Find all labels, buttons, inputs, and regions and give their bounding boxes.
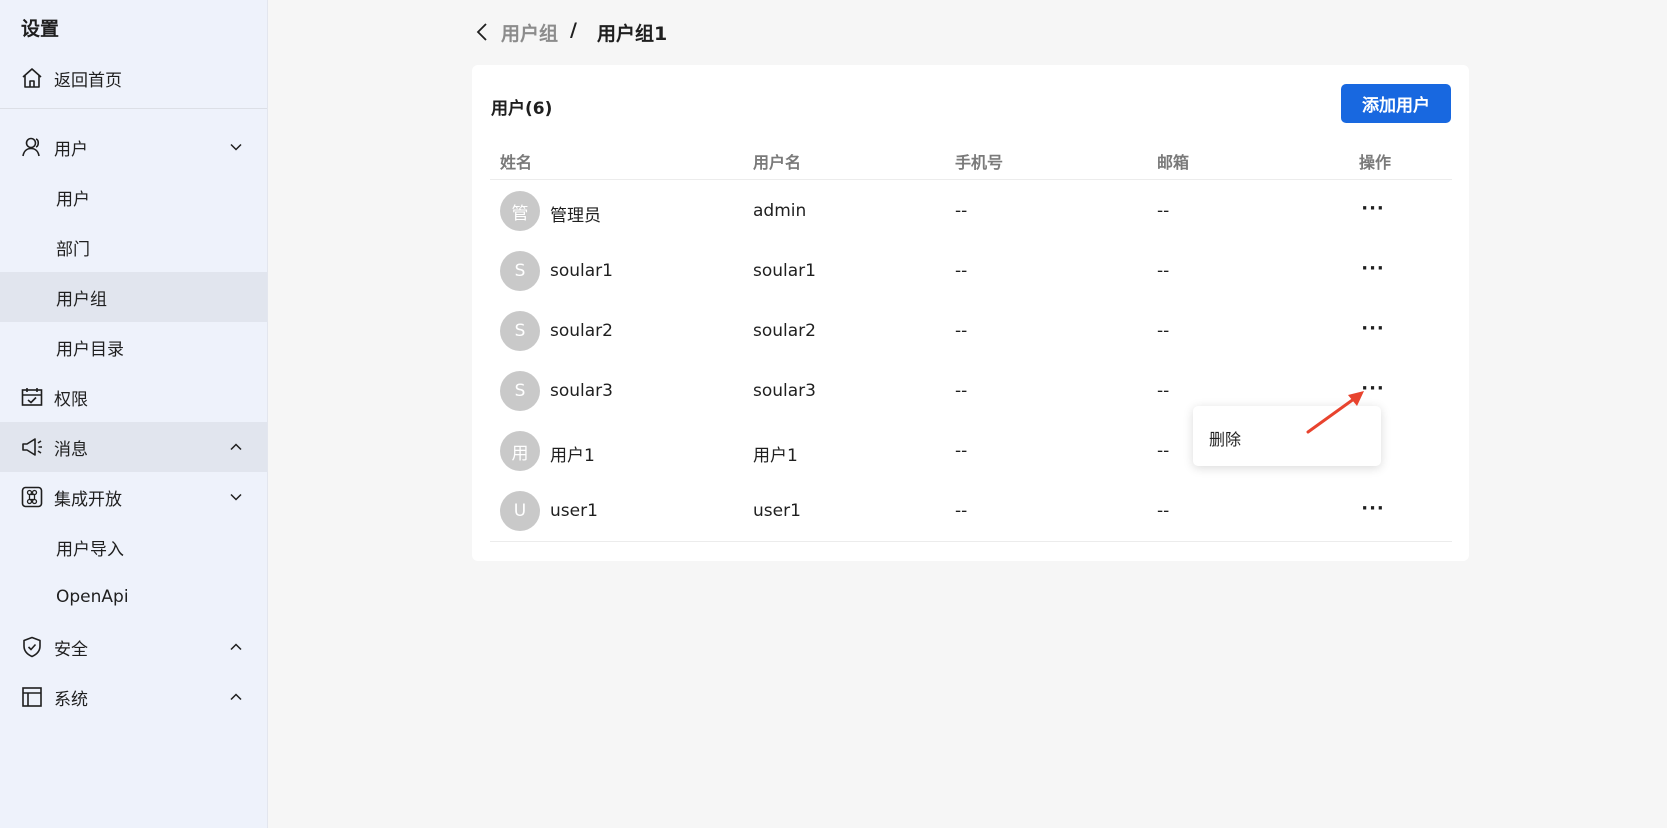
avatar: S <box>500 371 540 411</box>
cell-name: soular3 <box>550 381 613 401</box>
column-header-email: 邮箱 <box>1157 153 1190 172</box>
calendar-check-icon <box>21 388 43 406</box>
cell-email: -- <box>1157 261 1170 281</box>
sidebar-item-users[interactable]: 用户 <box>0 172 267 222</box>
cell-email: -- <box>1157 321 1170 341</box>
sidebar-item-users-group[interactable]: 用户 <box>0 122 267 172</box>
cell-phone: -- <box>955 501 968 521</box>
table-row: S soular2 soular2 -- -- ··· <box>490 301 1452 361</box>
more-actions-button[interactable]: ··· <box>1360 495 1386 521</box>
column-header-username: 用户名 <box>753 153 802 172</box>
cell-username: 用户1 <box>753 446 798 466</box>
cell-email: -- <box>1157 441 1170 461</box>
sidebar-item-user-groups[interactable]: 用户组 <box>0 272 267 322</box>
page-title: 用户组1 <box>597 23 668 45</box>
cell-phone: -- <box>955 261 968 281</box>
users-card: 用户(6) 添加用户 姓名 用户名 手机号 邮箱 操作 管 管理员 admin … <box>472 65 1469 561</box>
sidebar-item-label: 用户组 <box>56 289 107 310</box>
cell-email: -- <box>1157 501 1170 521</box>
column-header-actions: 操作 <box>1359 153 1392 172</box>
avatar: 管 <box>500 191 540 231</box>
shield-icon <box>23 636 41 658</box>
sidebar-divider <box>0 108 267 109</box>
table-row: U user1 user1 -- -- ··· <box>490 481 1452 541</box>
cell-username: soular2 <box>753 321 816 341</box>
sidebar-item-departments[interactable]: 部门 <box>0 222 267 272</box>
back-arrow-icon[interactable] <box>472 20 492 44</box>
sidebar-item-label: 用户目录 <box>56 339 124 360</box>
more-actions-button[interactable]: ··· <box>1360 315 1386 341</box>
sidebar-item-openapi[interactable]: OpenApi <box>0 572 267 622</box>
table-header-divider <box>490 179 1452 180</box>
sidebar-item-system[interactable]: 系统 <box>0 672 267 722</box>
sidebar-item-label: 集成开放 <box>54 489 122 510</box>
avatar: S <box>500 251 540 291</box>
cell-email: -- <box>1157 381 1170 401</box>
sidebar-item-user-directory[interactable]: 用户目录 <box>0 322 267 372</box>
cell-phone: -- <box>955 321 968 341</box>
sidebar-item-home[interactable]: 返回首页 <box>0 53 267 103</box>
breadcrumb-parent[interactable]: 用户组 <box>501 19 558 46</box>
sidebar-item-label: 部门 <box>56 239 90 260</box>
cell-phone: -- <box>955 441 968 461</box>
more-actions-button[interactable]: ··· <box>1360 255 1386 281</box>
table-row: 管 管理员 admin -- -- ··· <box>490 181 1452 241</box>
sidebar-item-label: 用户 <box>56 189 90 210</box>
chevron-down-icon <box>230 493 242 501</box>
card-title: 用户(6) <box>491 99 553 119</box>
chevron-up-icon <box>230 693 242 701</box>
sidebar-item-label: OpenApi <box>56 587 129 607</box>
sidebar-item-messages[interactable]: 消息 <box>0 422 267 472</box>
annotation-arrow-icon <box>1306 391 1364 434</box>
cell-phone: -- <box>955 201 968 221</box>
table-row: S soular1 soular1 -- -- ··· <box>490 241 1452 301</box>
avatar: S <box>500 311 540 351</box>
sidebar-item-security[interactable]: 安全 <box>0 622 267 672</box>
chevron-up-icon <box>230 443 242 451</box>
sidebar-item-permissions[interactable]: 权限 <box>0 372 267 422</box>
column-header-name: 姓名 <box>500 153 533 172</box>
sidebar-item-label: 安全 <box>54 639 88 660</box>
cell-username: admin <box>753 201 807 221</box>
sidebar-item-label: 用户 <box>54 139 88 160</box>
sidebar-item-user-import[interactable]: 用户导入 <box>0 522 267 572</box>
column-header-phone: 手机号 <box>955 153 1004 172</box>
layout-icon <box>22 687 42 707</box>
avatar: 用 <box>500 431 540 471</box>
cell-phone: -- <box>955 381 968 401</box>
sidebar: 设置 返回首页 用户 用户 部门 用户组 用户目录 权限 消息 集成开放 用户导… <box>0 0 268 828</box>
cell-username: soular3 <box>753 381 816 401</box>
cell-email: -- <box>1157 201 1170 221</box>
delete-menu-item[interactable]: 删除 <box>1209 426 1241 450</box>
more-actions-button[interactable]: ··· <box>1360 195 1386 221</box>
chevron-up-icon <box>230 643 242 651</box>
sidebar-item-label: 系统 <box>54 689 88 710</box>
avatar: U <box>500 491 540 531</box>
sidebar-title: 设置 <box>21 18 60 40</box>
sidebar-item-label: 用户导入 <box>56 539 124 560</box>
chevron-down-icon <box>230 143 242 151</box>
sidebar-item-integration[interactable]: 集成开放 <box>0 472 267 522</box>
breadcrumb-separator: / <box>570 19 577 41</box>
sidebar-item-label: 权限 <box>54 389 88 410</box>
cell-name: user1 <box>550 501 598 521</box>
cell-username: user1 <box>753 501 801 521</box>
user-icon <box>22 137 40 157</box>
cell-name: 管理员 <box>550 206 601 226</box>
add-user-button[interactable]: 添加用户 <box>1341 84 1451 123</box>
sidebar-item-label: 消息 <box>54 439 88 460</box>
command-icon <box>21 486 43 508</box>
cell-username: soular1 <box>753 261 816 281</box>
sidebar-item-label: 返回首页 <box>54 70 122 91</box>
cell-name: 用户1 <box>550 446 595 466</box>
megaphone-icon <box>22 438 42 456</box>
table-bottom-divider <box>490 541 1452 542</box>
cell-name: soular2 <box>550 321 613 341</box>
cell-name: soular1 <box>550 261 613 281</box>
home-icon <box>22 68 42 88</box>
